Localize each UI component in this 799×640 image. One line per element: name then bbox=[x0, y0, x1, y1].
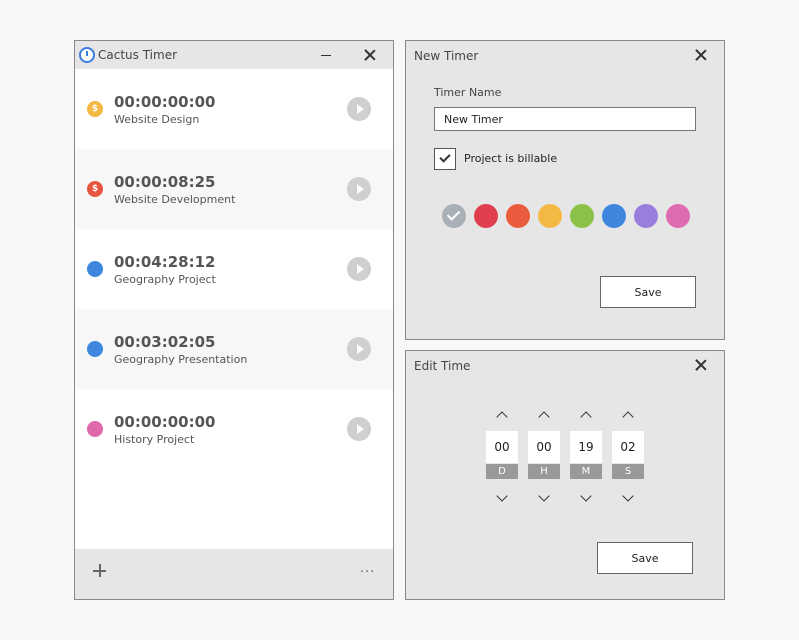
dollar-icon: $ bbox=[87, 181, 103, 197]
window-title: Edit Time bbox=[414, 359, 471, 373]
timer-name-input[interactable] bbox=[434, 107, 696, 131]
timer-name: Geography Presentation bbox=[114, 353, 248, 366]
timer-name: Website Design bbox=[114, 113, 200, 126]
minutes-value[interactable]: 19 bbox=[570, 431, 602, 463]
title-bar: Cactus Timer bbox=[75, 41, 393, 69]
days-value[interactable]: 00 bbox=[486, 431, 518, 463]
chevron-up-icon[interactable] bbox=[580, 411, 592, 423]
bottom-bar: ... bbox=[75, 549, 393, 599]
chevron-up-icon[interactable] bbox=[622, 411, 634, 423]
close-button[interactable] bbox=[693, 357, 709, 373]
color-swatch[interactable] bbox=[666, 204, 690, 228]
hours-value[interactable]: 00 bbox=[528, 431, 560, 463]
seconds-unit-label: S bbox=[612, 464, 644, 479]
chevron-down-icon[interactable] bbox=[580, 490, 592, 502]
timer-time: 00:04:28:12 bbox=[114, 253, 216, 271]
play-icon[interactable] bbox=[347, 177, 371, 201]
clock-icon bbox=[79, 47, 95, 63]
chevron-down-icon[interactable] bbox=[538, 490, 550, 502]
timer-row[interactable]: 00:00:00:00 History Project bbox=[75, 389, 393, 469]
play-icon[interactable] bbox=[347, 257, 371, 281]
chevron-down-icon[interactable] bbox=[622, 490, 634, 502]
timer-row[interactable]: 00:03:02:05 Geography Presentation bbox=[75, 309, 393, 389]
color-dot bbox=[87, 261, 103, 277]
close-button[interactable] bbox=[693, 47, 709, 63]
timer-row[interactable]: 00:04:28:12 Geography Project bbox=[75, 229, 393, 309]
minimize-button[interactable] bbox=[318, 47, 334, 63]
color-swatch[interactable] bbox=[538, 204, 562, 228]
timer-time: 00:00:00:00 bbox=[114, 413, 216, 431]
color-swatch[interactable] bbox=[634, 204, 658, 228]
timer-time: 00:03:02:05 bbox=[114, 333, 216, 351]
play-icon[interactable] bbox=[347, 337, 371, 361]
close-button[interactable] bbox=[362, 47, 378, 63]
save-button[interactable]: Save bbox=[600, 276, 696, 308]
timer-row[interactable]: $ 00:00:08:25 Website Development bbox=[75, 149, 393, 229]
billable-checkbox[interactable] bbox=[434, 148, 456, 170]
new-timer-window: New Timer Timer Name Project is billable… bbox=[405, 40, 725, 340]
hours-unit-label: H bbox=[528, 464, 560, 479]
days-unit-label: D bbox=[486, 464, 518, 479]
chevron-down-icon[interactable] bbox=[496, 490, 508, 502]
play-icon[interactable] bbox=[347, 417, 371, 441]
color-swatch[interactable] bbox=[570, 204, 594, 228]
dollar-icon: $ bbox=[87, 101, 103, 117]
timer-row[interactable]: $ 00:00:00:00 Website Design bbox=[75, 69, 393, 149]
play-icon[interactable] bbox=[347, 97, 371, 121]
cactus-timer-window: Cactus Timer $ 00:00:00:00 Website Desig… bbox=[74, 40, 394, 600]
add-timer-button[interactable] bbox=[93, 564, 107, 578]
billable-label: Project is billable bbox=[464, 152, 558, 165]
color-dot bbox=[87, 341, 103, 357]
timer-time: 00:00:08:25 bbox=[114, 173, 216, 191]
color-swatch[interactable] bbox=[602, 204, 626, 228]
window-title: Cactus Timer bbox=[98, 48, 178, 62]
minutes-unit-label: M bbox=[570, 464, 602, 479]
seconds-value[interactable]: 02 bbox=[612, 431, 644, 463]
window-title: New Timer bbox=[414, 49, 479, 63]
chevron-up-icon[interactable] bbox=[496, 411, 508, 423]
color-dot bbox=[87, 421, 103, 437]
more-options-button[interactable]: ... bbox=[360, 561, 375, 576]
save-button[interactable]: Save bbox=[597, 542, 693, 574]
color-swatch[interactable] bbox=[506, 204, 530, 228]
timer-name: Geography Project bbox=[114, 273, 216, 286]
color-swatch[interactable] bbox=[442, 204, 466, 228]
timer-time: 00:00:00:00 bbox=[114, 93, 216, 111]
edit-time-window: Edit Time 00 D 00 H 19 M 02 S Save bbox=[405, 350, 725, 600]
timer-name: History Project bbox=[114, 433, 195, 446]
chevron-up-icon[interactable] bbox=[538, 411, 550, 423]
color-swatch[interactable] bbox=[474, 204, 498, 228]
timer-name-label: Timer Name bbox=[434, 86, 502, 99]
timer-name: Website Development bbox=[114, 193, 236, 206]
